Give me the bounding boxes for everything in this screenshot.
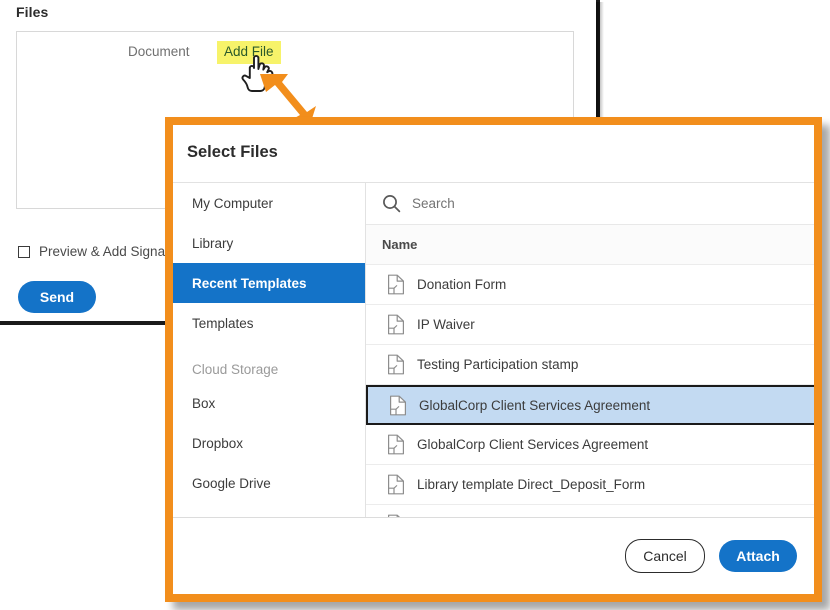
dialog-content: Search Name Donation Form IP Waiver Testin… [366,183,814,518]
search-input[interactable]: Search [412,196,455,211]
sidebar-section-cloud-storage: Cloud Storage [173,343,365,383]
files-section-heading: Files [16,4,48,20]
document-icon [387,274,405,295]
search-icon [382,194,401,213]
document-label: Document [128,44,190,59]
dialog-title: Select Files [187,143,278,162]
file-list: Donation Form IP Waiver Testing Participat… [366,265,814,545]
sidebar-item-my-computer[interactable]: My Computer [173,183,365,223]
file-list-row[interactable]: Donation Form [366,265,814,305]
sidebar-item-google-drive[interactable]: Google Drive [173,463,365,503]
send-button[interactable]: Send [18,281,96,313]
document-icon [387,354,405,375]
search-bar[interactable]: Search [366,183,814,225]
file-name: IP Waiver [417,317,475,332]
sidebar-item-recent-templates[interactable]: Recent Templates [173,263,365,303]
preview-add-signature-checkbox[interactable] [18,246,30,258]
preview-and-add-signature-row[interactable]: Preview & Add Signa [18,244,165,259]
cancel-button[interactable]: Cancel [625,539,705,573]
file-name: GlobalCorp Client Services Agreement [417,437,648,452]
file-list-row[interactable]: Testing Participation stamp [366,345,814,385]
document-icon [387,314,405,335]
file-name: Testing Participation stamp [417,357,578,372]
column-header-name[interactable]: Name [366,225,814,265]
sidebar-item-templates[interactable]: Templates [173,303,365,343]
file-name: Library template Direct_Deposit_Form [417,477,645,492]
sidebar-item-box[interactable]: Box [173,383,365,423]
sidebar-item-dropbox[interactable]: Dropbox [173,423,365,463]
document-icon [387,474,405,495]
file-name: Donation Form [417,277,506,292]
dialog-footer: Cancel Attach [173,518,814,594]
preview-add-signature-label: Preview & Add Signa [39,244,165,259]
file-list-row[interactable]: GlobalCorp Client Services Agreement [366,385,814,425]
dialog-body: My ComputerLibraryRecent TemplatesTempla… [173,183,814,518]
file-list-row[interactable]: GlobalCorp Client Services Agreement [366,425,814,465]
dialog-sidebar: My ComputerLibraryRecent TemplatesTempla… [173,183,366,518]
file-name: GlobalCorp Client Services Agreement [419,398,650,413]
select-files-dialog: Select Files My ComputerLibraryRecent Te… [165,117,822,602]
sidebar-item-library[interactable]: Library [173,223,365,263]
file-list-row[interactable]: Library template Direct_Deposit_Form [366,465,814,505]
file-list-row[interactable]: IP Waiver [366,305,814,345]
attach-button[interactable]: Attach [719,540,797,572]
document-icon [387,434,405,455]
document-icon [389,395,407,416]
